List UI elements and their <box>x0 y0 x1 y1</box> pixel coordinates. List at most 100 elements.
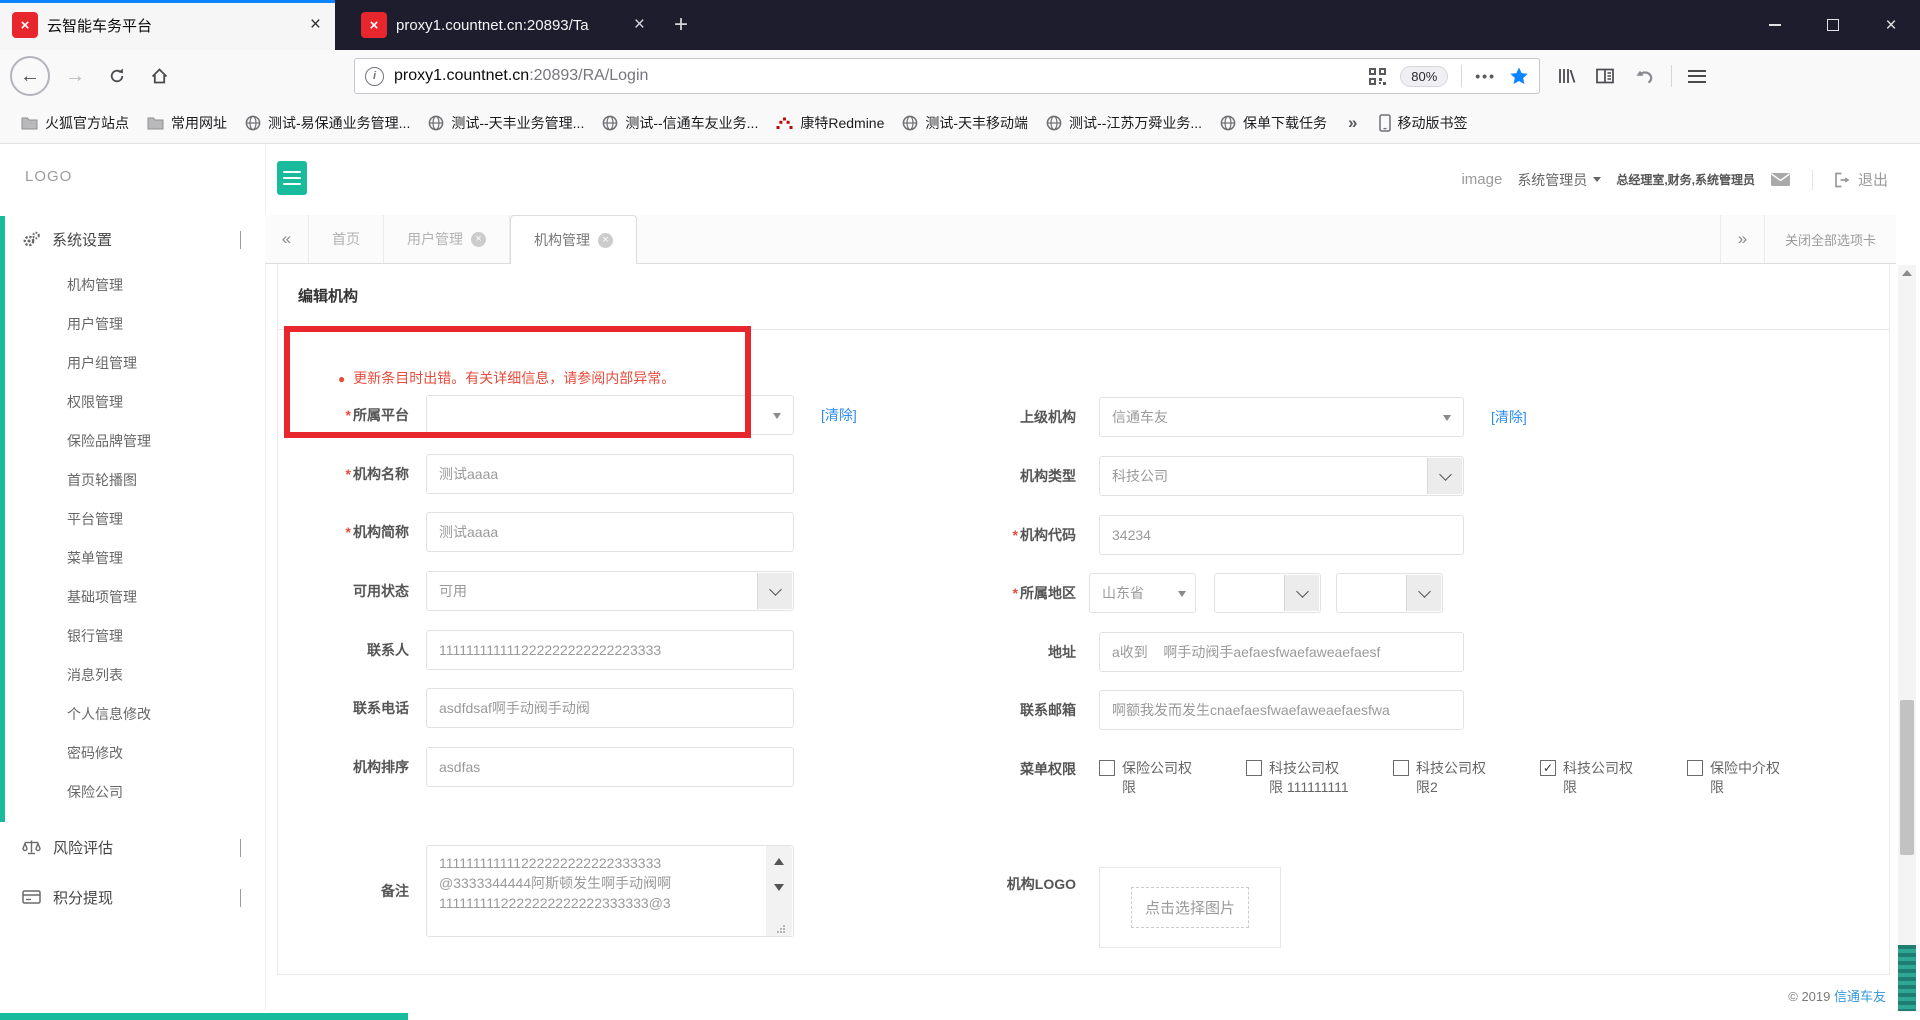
site-info-icon[interactable]: i <box>365 66 384 86</box>
sidebar-sub-item[interactable]: 保险品牌管理 <box>5 422 265 461</box>
qr-code-icon[interactable] <box>1368 67 1387 86</box>
sidebar-sub-item[interactable]: 菜单管理 <box>5 539 265 578</box>
menu-permission-checkbox[interactable]: 科技公司权限2 <box>1393 759 1540 797</box>
sidebar-item-points-withdrawal[interactable]: 积分提现 <box>0 872 265 922</box>
clear-parent-org-link[interactable]: [清除] <box>1491 407 1527 427</box>
tab-close-icon[interactable]: × <box>471 231 486 247</box>
minimize-button[interactable] <box>1746 0 1804 50</box>
region-province-select[interactable]: 山东省 <box>1089 573 1196 613</box>
mobile-bookmarks-item[interactable]: 移动版书签 <box>1370 113 1477 133</box>
sidebar-sub-item[interactable]: 机构管理 <box>5 266 265 305</box>
close-button[interactable]: × <box>1862 0 1920 50</box>
checkbox-icon[interactable] <box>1393 760 1409 776</box>
sidebar-sub-item[interactable]: 用户管理 <box>5 305 265 344</box>
sidebars-icon[interactable] <box>1595 66 1615 86</box>
brand-link[interactable]: 信通车友 <box>1834 989 1886 1004</box>
org-code-input[interactable]: 34234 <box>1099 515 1464 555</box>
checkbox-icon[interactable] <box>1246 760 1262 776</box>
sidebar-sub-item[interactable]: 平台管理 <box>5 500 265 539</box>
select-arrow-button[interactable] <box>1284 575 1319 611</box>
workspace-tab[interactable]: 首页 × <box>309 215 384 263</box>
browser-tab-inactive[interactable]: × proxy1.countnet.cn:20893/Ta × <box>349 0 659 50</box>
bookmark-item[interactable]: 测试--江苏万舜业务... <box>1037 113 1211 133</box>
new-tab-button[interactable]: + <box>659 0 703 50</box>
page-scrollbar[interactable] <box>1898 265 1916 1012</box>
email-input[interactable]: 啊额我发而发生cnaefaesfwaefaweaefaesfwa <box>1099 690 1464 730</box>
back-button[interactable]: ← <box>10 56 50 96</box>
divider <box>1461 65 1463 87</box>
checkbox-icon[interactable] <box>1099 760 1115 776</box>
restore-session-icon[interactable] <box>1634 67 1655 86</box>
org-type-select[interactable]: 科技公司 <box>1099 456 1464 496</box>
sidebar-sub-item[interactable]: 银行管理 <box>5 617 265 656</box>
checkbox-icon[interactable] <box>1687 760 1703 776</box>
sidebar-item-system-settings[interactable]: 系统设置 <box>5 216 265 262</box>
tabs-scroll-right-button[interactable]: » <box>1719 215 1764 263</box>
home-button[interactable] <box>142 59 176 93</box>
phone-icon <box>1378 113 1391 132</box>
library-icon[interactable] <box>1556 66 1576 86</box>
parent-org-select[interactable]: 信通车友 <box>1099 397 1464 437</box>
bookmark-item[interactable]: 测试-天丰移动端 <box>893 113 1037 133</box>
sidebar-sub-item[interactable]: 用户组管理 <box>5 344 265 383</box>
select-arrow-button[interactable] <box>1406 575 1441 611</box>
edit-org-panel: 编辑机构 ●更新条目时出错。有关详细信息，请参阅内部异常。 所属平台 [清除] … <box>277 264 1890 975</box>
logout-button[interactable]: 退出 <box>1834 169 1888 190</box>
url-text: proxy1.countnet.cn:20893/RA/Login <box>394 67 649 84</box>
maximize-button[interactable] <box>1804 0 1862 50</box>
bookmark-item[interactable]: 火狐官方站点 <box>12 113 138 133</box>
bookmark-item[interactable]: 保单下载任务 <box>1211 113 1336 133</box>
field-label-menu-perm: 菜单权限 <box>1020 761 1076 777</box>
bookmark-item[interactable]: 测试--天丰业务管理... <box>419 113 593 133</box>
bookmark-item[interactable]: 测试--信通车友业务... <box>593 113 767 133</box>
workspace-tab[interactable]: 机构管理 × <box>510 215 637 264</box>
bookmark-item[interactable]: 测试-易保通业务管理... <box>236 113 419 133</box>
sidebar-sub-item[interactable]: 个人信息修改 <box>5 695 265 734</box>
bookmark-item[interactable]: 康特Redmine <box>767 113 893 133</box>
region-district-select[interactable] <box>1336 573 1443 613</box>
sidebar-item-risk-assessment[interactable]: 风险评估 <box>0 822 265 872</box>
user-departments: 总经理室,财务,系统管理员 <box>1616 173 1755 187</box>
reload-button[interactable] <box>100 59 134 93</box>
zoom-level-badge[interactable]: 80% <box>1400 65 1449 87</box>
close-all-tabs-button[interactable]: 关闭全部选项卡 <box>1763 215 1896 263</box>
region-city-select[interactable] <box>1214 573 1321 613</box>
error-message: ● 更新条目时出错。有关详细信息，请参阅内部异常。 <box>338 370 676 386</box>
menu-permission-checkbox[interactable]: 科技公司权限 111111111 <box>1246 759 1393 797</box>
user-role-dropdown[interactable]: 系统管理员 <box>1517 170 1602 190</box>
avatar-broken-image: image <box>1461 171 1503 188</box>
sidebar-sub-item[interactable]: 权限管理 <box>5 383 265 422</box>
select-arrow-button[interactable] <box>1427 458 1462 494</box>
scroll-widget[interactable] <box>1898 945 1916 1011</box>
url-bar[interactable]: i proxy1.countnet.cn:20893/RA/Login 80% … <box>354 58 1540 94</box>
menu-hamburger-icon[interactable] <box>1688 69 1706 83</box>
org-logo-picker[interactable]: 点击选择图片 <box>1099 867 1281 948</box>
tab-close-icon[interactable]: × <box>632 14 647 36</box>
checkbox-icon[interactable] <box>1540 760 1556 776</box>
scroll-up-icon[interactable] <box>1902 270 1912 276</box>
scrollbar-thumb[interactable] <box>1900 700 1914 855</box>
menu-permission-checkbox[interactable]: 保险公司权限 <box>1099 759 1246 797</box>
menu-permission-checkbox[interactable]: 保险中介权限 <box>1687 759 1834 797</box>
menu-permission-checkbox[interactable]: 科技公司权限 <box>1540 759 1687 797</box>
sidebar-sub-item[interactable]: 消息列表 <box>5 656 265 695</box>
bookmark-item[interactable]: 常用网址 <box>138 113 236 133</box>
page-actions-icon[interactable]: ••• <box>1475 68 1496 84</box>
sidebar-sub-item[interactable]: 首页轮播图 <box>5 461 265 500</box>
forward-button[interactable]: → <box>58 59 92 93</box>
sidebar-sub-item[interactable]: 密码修改 <box>5 734 265 773</box>
field-label-email: 联系邮箱 <box>1020 702 1076 718</box>
address-input[interactable]: a收到 啊手动阀手aefaesfwaefaweaefaesf <box>1099 632 1464 672</box>
bookmarks-overflow-icon[interactable]: » <box>1336 113 1369 133</box>
sidebar-sub-item[interactable]: 基础项管理 <box>5 578 265 617</box>
tab-close-icon[interactable]: × <box>308 14 323 36</box>
sidebar-toggle-button[interactable] <box>277 161 307 195</box>
workspace-tab[interactable]: 用户管理 × <box>384 215 510 263</box>
tab-close-icon[interactable]: × <box>598 232 613 248</box>
bookmark-star-icon[interactable] <box>1509 66 1529 86</box>
logout-icon <box>1835 172 1850 187</box>
sidebar-sub-item[interactable]: 保险公司 <box>5 773 265 812</box>
envelope-icon[interactable] <box>1770 172 1791 187</box>
browser-tab-active[interactable]: × 云智能车务平台 × <box>0 0 335 50</box>
tabs-scroll-left-button[interactable]: « <box>265 215 309 263</box>
